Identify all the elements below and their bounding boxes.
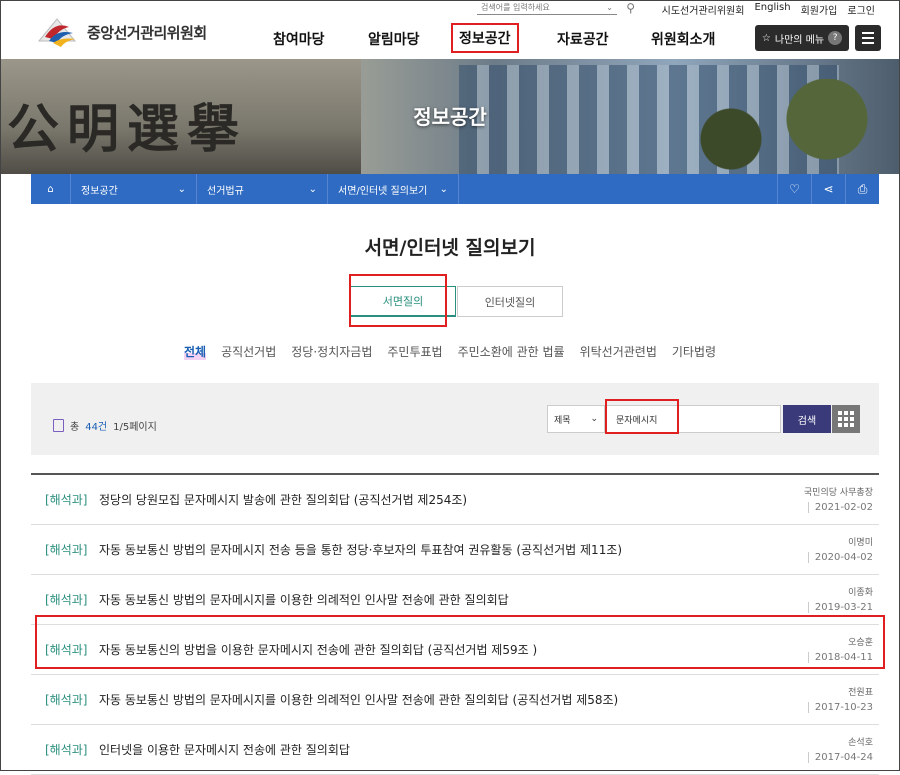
tab-internet-inquiry[interactable]: 인터넷질의: [457, 286, 563, 317]
top-link-signup[interactable]: 회원가입: [801, 2, 838, 17]
home-icon[interactable]: ⌂: [31, 174, 71, 204]
print-icon[interactable]: ⎙: [845, 174, 879, 204]
list-item-date: 2020-04-02: [807, 552, 873, 563]
list-item-title[interactable]: 자동 동보통신 방법의 문자메시지를 이용한 의례적인 인사말 전송에 관한 질…: [99, 691, 618, 708]
chevron-down-icon: ⌄: [439, 183, 448, 195]
chevron-down-icon: ⌄: [308, 183, 317, 195]
document-icon: [53, 419, 64, 432]
category-all[interactable]: 전체: [183, 343, 207, 360]
breadcrumb-item-inquiry[interactable]: 서면/인터넷 질의보기 ⌄: [328, 174, 459, 204]
list-item-category: [해석과]: [45, 543, 88, 557]
list-item-author: 이명미: [848, 538, 873, 548]
category-entrusted[interactable]: 위탁선거관련법: [580, 343, 657, 360]
list-item-category: [해석과]: [45, 493, 88, 507]
search-field-select[interactable]: 제목 ⌄: [547, 405, 605, 433]
list-item[interactable]: [해석과] 정당의 당원모집 문자메시지 발송에 관한 질의회답 (공직선거법 …: [31, 475, 879, 525]
list-item[interactable]: [해석과] 자동 동보통신 방법의 문자메시지를 이용한 의례적인 인사말 전송…: [31, 675, 879, 725]
list-item-date: 2019-03-21: [807, 602, 873, 613]
list-item-title[interactable]: 자동 동보통신 방법의 문자메시지 전송 등을 통한 정당·후보자의 투표참여 …: [99, 541, 622, 558]
gnb-highlight-box: 정보공간: [451, 23, 519, 53]
site-logo[interactable]: 중앙선거관리위원회: [35, 15, 207, 49]
list-item-date: 2021-02-02: [807, 502, 873, 513]
breadcrumb-item-law[interactable]: 선거법규 ⌄: [197, 174, 328, 204]
list-item[interactable]: [해석과] 자동 동보통신 방법의 문자메시지 전송 등을 통한 정당·후보자의…: [31, 525, 879, 575]
result-count: 총 44건 1/5페이지: [53, 418, 157, 433]
help-icon: ?: [828, 31, 843, 45]
list-item-title[interactable]: 인터넷을 이용한 문자메시지 전송에 관한 질의회답: [99, 741, 350, 758]
breadcrumb-item-info[interactable]: 정보공간 ⌄: [71, 174, 197, 204]
gnb-info[interactable]: 정보공간: [459, 31, 511, 47]
share-icon[interactable]: ⋖: [811, 174, 845, 204]
list-item-category: [해석과]: [45, 593, 88, 607]
list-item-author: 국민의당 사무총장: [803, 488, 873, 498]
tab-highlight-box: [349, 274, 447, 327]
chevron-down-icon: ⌄: [590, 414, 598, 424]
search-input[interactable]: 검색어를 입력하세요 ⌄ ⚲: [477, 1, 635, 15]
gnb-about[interactable]: 위원회소개: [651, 29, 715, 49]
category-referendum[interactable]: 주민투표법: [387, 343, 442, 360]
category-recall[interactable]: 주민소환에 관한 법률: [458, 343, 565, 360]
favorite-heart-icon[interactable]: ♡: [777, 174, 811, 204]
top-links: 시도선거관리위원회 English 회원가입 로그인: [662, 2, 875, 17]
gnb-resources[interactable]: 자료공간: [557, 29, 609, 49]
list-item-title[interactable]: 자동 동보통신 방법의 문자메시지를 이용한 의례적인 인사말 전송에 관한 질…: [99, 591, 509, 608]
chevron-down-icon: ⌄: [177, 183, 186, 195]
list-item-author: 이종화: [848, 588, 873, 598]
top-link-english[interactable]: English: [754, 2, 790, 17]
hamburger-menu-button[interactable]: [855, 25, 881, 51]
my-menu-button[interactable]: ☆ 나만의 메뉴 ?: [755, 25, 849, 51]
list-item-author: 전원표: [848, 688, 873, 698]
site-title: 중앙선거관리위원회: [87, 23, 207, 42]
category-party-funds[interactable]: 정당·정치자금법: [291, 343, 372, 360]
page-title: 서면/인터넷 질의보기: [364, 237, 536, 259]
chevron-down-icon[interactable]: ⌄: [606, 3, 613, 12]
logo-icon: [35, 15, 79, 49]
category-public-election[interactable]: 공직선거법: [221, 343, 276, 360]
category-other[interactable]: 기타법령: [672, 343, 716, 360]
gnb-notice[interactable]: 알림마당: [368, 29, 420, 49]
star-icon: ☆: [761, 32, 771, 44]
category-filter: 전체 공직선거법 정당·정치자금법 주민투표법 주민소환에 관한 법률 위탁선거…: [1, 343, 899, 360]
breadcrumb: ⌂ 정보공간 ⌄ 선거법규 ⌄ 서면/인터넷 질의보기 ⌄ ♡ ⋖ ⎙: [31, 174, 879, 204]
keyword-highlight-box: [605, 399, 679, 434]
list-item-category: [해석과]: [45, 743, 88, 757]
hero-banner: 公明選擧 정보공간: [1, 59, 899, 174]
search-icon[interactable]: ⚲: [626, 1, 635, 15]
row-highlight-box: [35, 615, 885, 669]
top-link-regional[interactable]: 시도선거관리위원회: [662, 2, 745, 17]
list-item[interactable]: [해석과] 인터넷을 이용한 문자메시지 전송에 관한 질의회답 손석호 201…: [31, 725, 879, 775]
list-item-date: 2017-04-24: [807, 752, 873, 763]
list-item-date: 2017-10-23: [807, 702, 873, 713]
list-item-author: 손석호: [848, 738, 873, 748]
banner-title: 정보공간: [413, 105, 487, 129]
grid-view-icon[interactable]: [832, 405, 860, 433]
search-button[interactable]: 검색: [783, 405, 831, 433]
gnb-participation[interactable]: 참여마당: [273, 29, 325, 49]
list-item-category: [해석과]: [45, 693, 88, 707]
list-item-title[interactable]: 정당의 당원모집 문자메시지 발송에 관한 질의회답 (공직선거법 제254조): [99, 491, 467, 508]
top-link-login[interactable]: 로그인: [847, 2, 875, 17]
